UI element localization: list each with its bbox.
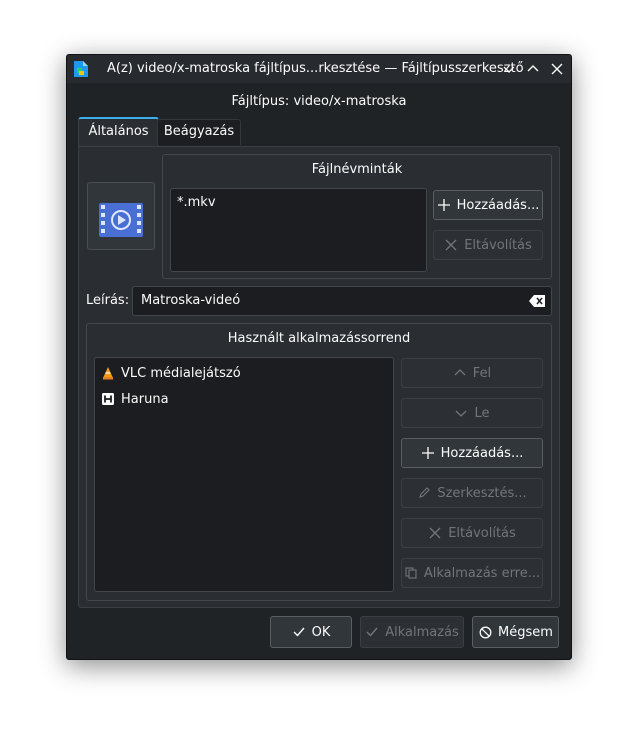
remove-pattern-button[interactable]: Eltávolítás — [433, 230, 543, 260]
chevron-up-icon — [527, 65, 539, 72]
video-file-icon — [99, 203, 143, 237]
filename-patterns-title: Fájlnévminták — [311, 162, 403, 177]
file-type-app-icon — [74, 61, 88, 77]
plus-icon — [421, 446, 435, 460]
edit-app-button[interactable]: Szerkesztés... — [401, 478, 543, 508]
filename-patterns-list[interactable]: *.mkv — [170, 188, 427, 272]
title-bar[interactable]: A(z) video/x-matroska fájltípus...rkeszt… — [67, 55, 571, 83]
app-list[interactable]: VLC médialejátszó Haruna — [94, 357, 394, 592]
move-down-button[interactable]: Le — [401, 398, 543, 428]
plus-icon — [437, 198, 451, 212]
cancel-icon — [478, 625, 492, 639]
file-type-icon-button[interactable] — [87, 182, 155, 250]
dialog-window: A(z) video/x-matroska fájltípus...rkeszt… — [66, 54, 572, 660]
pencil-icon — [417, 486, 431, 500]
haruna-icon — [101, 392, 115, 406]
chevron-up-icon — [453, 366, 467, 380]
close-button[interactable] — [547, 59, 567, 79]
move-up-button[interactable]: Fel — [401, 358, 543, 388]
chevron-down-icon — [454, 406, 468, 420]
app-name: Haruna — [121, 391, 169, 407]
chevron-down-icon — [503, 66, 515, 73]
copy-icon — [404, 566, 418, 580]
description-label: Leírás: — [86, 293, 130, 308]
add-pattern-button[interactable]: Hozzáadás... — [433, 190, 543, 220]
description-value: Matroska-videó — [141, 293, 241, 308]
tab-general[interactable]: Általános — [78, 117, 159, 146]
maximize-button[interactable] — [523, 59, 543, 79]
file-type-subtitle: Fájltípus: video/x-matroska — [231, 94, 407, 109]
list-item[interactable]: VLC médialejátszó — [101, 363, 241, 383]
cancel-button[interactable]: Mégsem — [472, 616, 559, 648]
window-title: A(z) video/x-matroska fájltípus...rkeszt… — [107, 61, 524, 76]
tab-embedding[interactable]: Beágyazás — [157, 119, 241, 145]
add-app-button[interactable]: Hozzáadás... — [401, 438, 543, 468]
check-icon — [292, 625, 306, 639]
vlc-icon — [101, 366, 115, 380]
close-icon — [551, 63, 563, 75]
minimize-button[interactable] — [499, 59, 519, 79]
pattern-item[interactable]: *.mkv — [177, 195, 216, 210]
close-icon — [428, 526, 442, 540]
remove-app-button[interactable]: Eltávolítás — [401, 518, 543, 548]
apply-to-button[interactable]: Alkalmazás erre... — [401, 558, 543, 588]
ok-button[interactable]: OK — [270, 616, 352, 648]
apply-button[interactable]: Alkalmazás — [360, 616, 464, 648]
close-icon — [444, 238, 458, 252]
list-item[interactable]: Haruna — [101, 389, 169, 409]
description-field[interactable]: Matroska-videó — [132, 286, 552, 316]
app-order-title: Használt alkalmazássorrend — [227, 331, 411, 346]
clear-text-icon[interactable] — [529, 295, 545, 307]
app-name: VLC médialejátszó — [121, 365, 241, 381]
check-icon — [365, 625, 379, 639]
